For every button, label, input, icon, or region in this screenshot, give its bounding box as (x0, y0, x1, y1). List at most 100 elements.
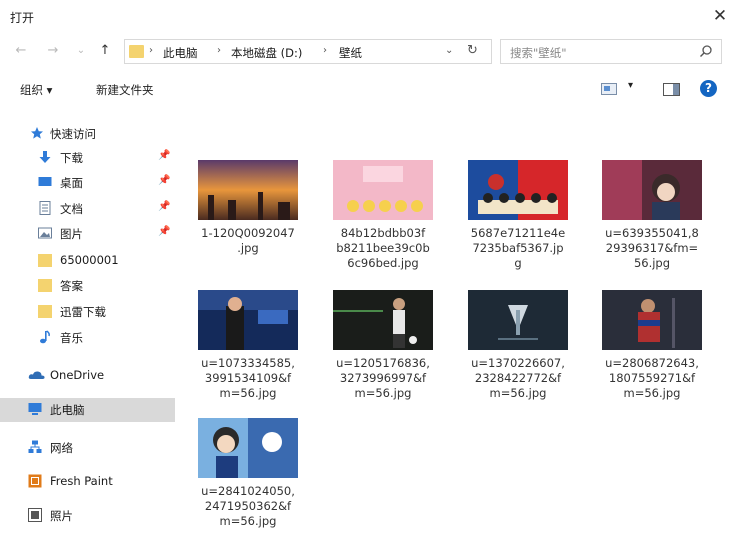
sidebar-item-label: 图片 (60, 227, 83, 241)
forward-button[interactable]: → (44, 41, 62, 61)
close-icon: ✕ (712, 6, 728, 26)
fresh-paint-icon (28, 474, 42, 488)
sidebar-item-pictures[interactable]: 图片 📌 (0, 222, 175, 246)
sidebar-item-desktop[interactable]: 桌面 📌 (0, 171, 175, 195)
close-button[interactable]: ✕ (708, 4, 732, 28)
sidebar-item-photos[interactable]: 照片 (0, 504, 175, 528)
refresh-icon[interactable]: ↻ (467, 43, 478, 58)
view-dropdown-icon[interactable]: ▾ (628, 80, 633, 91)
image-thumbnail (333, 290, 433, 350)
address-dropdown-icon[interactable]: ⌄ (445, 45, 453, 56)
up-button[interactable]: ↑ (96, 41, 114, 61)
up-arrow-icon: ↑ (99, 43, 111, 58)
sidebar-item-label: 答案 (60, 279, 83, 293)
file-tile[interactable]: u=2806872643, 1807559271&f m=56.jpg (590, 286, 710, 416)
pictures-icon (38, 227, 52, 239)
file-list: 1-120Q0092047 .jpg 84b12bdbb03f b8211bee39… (186, 116, 742, 552)
image-thumbnail (468, 290, 568, 350)
organize-button[interactable]: 组织 ▾ (20, 82, 52, 98)
breadcrumb-this-pc[interactable]: 此电脑 (163, 45, 198, 61)
file-name: u=2841024050, 2471950362&f m=56.jpg (201, 484, 295, 528)
star-icon (31, 127, 43, 139)
sidebar-item-label: 迅雷下载 (60, 305, 106, 319)
file-name: 84b12bdbb03f b8211bee39c0b 6c96bed.jpg (336, 226, 430, 270)
sidebar-item-label: 照片 (50, 509, 73, 523)
change-view-icon[interactable] (601, 83, 617, 95)
sidebar-item-music[interactable]: 音乐 (0, 326, 175, 350)
network-icon (28, 440, 42, 453)
desktop-icon (38, 177, 52, 186)
music-icon (40, 330, 50, 344)
sidebar-item-downloads[interactable]: 下载 📌 (0, 146, 175, 170)
file-tile[interactable]: u=1370226607, 2328422772&f m=56.jpg (456, 286, 576, 416)
address-bar[interactable]: › 此电脑 › 本地磁盘 (D:) › 壁纸 ⌄ ↻ (124, 39, 492, 64)
folder-icon (38, 254, 52, 267)
search-placeholder: 搜索"壁纸" (510, 46, 567, 60)
file-name: u=1205176836, 3273996997&f m=56.jpg (336, 356, 430, 400)
file-name: 1-120Q0092047 .jpg (201, 226, 295, 255)
document-icon (39, 201, 51, 215)
help-icon[interactable]: ? (700, 80, 717, 97)
breadcrumb-separator: › (323, 45, 327, 56)
search-box[interactable]: 搜索"壁纸" (500, 39, 722, 64)
pin-icon: 📌 (158, 175, 171, 186)
folder-icon (38, 279, 52, 292)
file-tile[interactable]: u=1205176836, 3273996997&f m=56.jpg (321, 286, 441, 416)
sidebar-item-documents[interactable]: 文档 📌 (0, 197, 175, 221)
breadcrumb-separator: › (217, 45, 221, 56)
command-bar: 组织 ▾ 新建文件夹 ▾ (0, 72, 742, 108)
computer-icon (28, 403, 42, 415)
breadcrumb-wallpaper[interactable]: 壁纸 (339, 45, 362, 61)
file-tile[interactable]: 84b12bdbb03f b8211bee39c0b 6c96bed.jpg (321, 156, 441, 286)
image-thumbnail (333, 160, 433, 220)
address-row: ← → ⌄ ↑ › 此电脑 › 本地磁盘 (D:) › 壁纸 ⌄ ↻ 搜索"壁纸… (0, 38, 742, 66)
image-thumbnail (602, 160, 702, 220)
window-title: 打开 (10, 11, 35, 25)
file-name: u=1370226607, 2328422772&f m=56.jpg (471, 356, 565, 400)
sidebar-item-label: OneDrive (50, 368, 105, 382)
sidebar-item-quick-access[interactable]: 快速访问 (0, 122, 175, 146)
file-tile[interactable]: 1-120Q0092047 .jpg (186, 156, 306, 286)
breadcrumb-local-disk[interactable]: 本地磁盘 (D:) (231, 45, 302, 61)
sidebar-item-label: 桌面 (60, 176, 83, 190)
sidebar-item-fresh-paint[interactable]: Fresh Paint (0, 470, 175, 494)
sidebar-item-label: 快速访问 (50, 127, 96, 141)
sidebar-item-label: 音乐 (60, 331, 83, 345)
new-folder-button[interactable]: 新建文件夹 (96, 82, 154, 98)
forward-arrow-icon: → (47, 43, 59, 58)
sidebar-item-folder-65000001[interactable]: 65000001 (0, 249, 175, 273)
sidebar-item-label: 65000001 (60, 253, 119, 267)
file-name: u=2806872643, 1807559271&f m=56.jpg (605, 356, 699, 400)
cloud-icon (28, 371, 45, 379)
sidebar-item-label: 文档 (60, 202, 83, 216)
file-tile[interactable]: u=2841024050, 2471950362&f m=56.jpg (186, 414, 306, 544)
back-arrow-icon: ← (15, 43, 27, 58)
photos-icon (28, 508, 42, 522)
file-tile[interactable]: u=1073334585, 3991534109&f m=56.jpg (186, 286, 306, 416)
back-button[interactable]: ← (12, 41, 30, 61)
image-thumbnail (468, 160, 568, 220)
navigation-pane: 快速访问 下载 📌 桌面 📌 文档 📌 图片 📌 65000001 答案 迅雷下… (0, 116, 180, 552)
pin-icon: 📌 (158, 226, 171, 237)
title-bar: 打开 ✕ (0, 0, 742, 34)
sidebar-item-folder-xunlei[interactable]: 迅雷下载 (0, 300, 175, 324)
file-tile[interactable]: u=639355041,8 29396317&fm= 56.jpg (590, 156, 710, 286)
image-thumbnail (602, 290, 702, 350)
file-name: u=639355041,8 29396317&fm= 56.jpg (605, 226, 699, 270)
pin-icon: 📌 (158, 150, 171, 161)
file-name: 5687e71211e4e 7235baf5367.jp g (470, 226, 566, 270)
sidebar-item-label: 网络 (50, 441, 73, 455)
folder-icon (129, 45, 144, 58)
sidebar-item-onedrive[interactable]: OneDrive (0, 364, 175, 388)
sidebar-item-this-pc[interactable]: 此电脑 (0, 398, 175, 422)
sidebar-item-folder-answers[interactable]: 答案 (0, 274, 175, 298)
file-tile[interactable]: 5687e71211e4e 7235baf5367.jp g (456, 156, 576, 286)
preview-pane-icon[interactable] (663, 83, 680, 96)
chevron-down-icon: ⌄ (76, 45, 86, 56)
sidebar-item-label: 此电脑 (50, 403, 85, 417)
recent-locations-button[interactable]: ⌄ (72, 41, 90, 61)
folder-icon (38, 305, 52, 318)
pin-icon: 📌 (158, 201, 171, 212)
search-icon (700, 45, 712, 57)
sidebar-item-network[interactable]: 网络 (0, 436, 175, 460)
